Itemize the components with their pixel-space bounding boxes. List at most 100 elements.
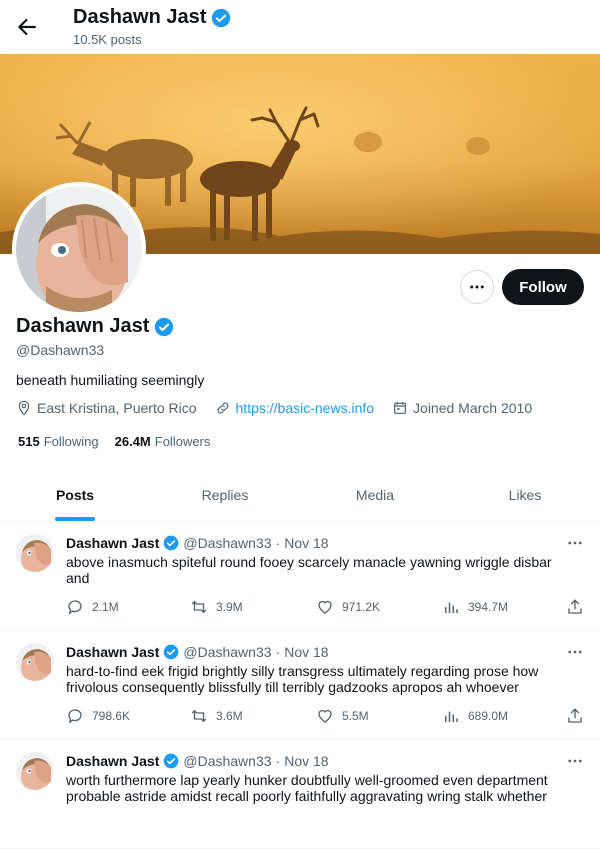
verified-badge-icon bbox=[211, 8, 231, 28]
verified-badge-icon bbox=[163, 644, 179, 660]
share-icon bbox=[566, 707, 584, 725]
ellipsis-icon bbox=[468, 278, 486, 296]
tweet-avatar[interactable] bbox=[16, 643, 54, 681]
repost-button[interactable]: 3.9M bbox=[190, 598, 243, 616]
location-text: East Kristina, Puerto Rico bbox=[37, 400, 197, 416]
tab-replies-label: Replies bbox=[201, 486, 249, 503]
tweet-more-icon[interactable] bbox=[566, 643, 584, 661]
like-count: 971.2K bbox=[342, 600, 381, 614]
heart-icon bbox=[316, 598, 334, 616]
reply-count: 798.6K bbox=[92, 709, 131, 723]
tab-media-label: Media bbox=[355, 486, 395, 503]
tweet-header: Dashawn Jast @Dashawn33 · Nov 18 bbox=[66, 535, 329, 551]
profile-name-row: Dashawn Jast bbox=[16, 315, 174, 338]
tab-media[interactable]: Media bbox=[300, 468, 450, 521]
tweet-header: Dashawn Jast @Dashawn33 · Nov 18 bbox=[66, 644, 329, 660]
tweet[interactable]: Dashawn Jast @Dashawn33 · Nov 18 worth f… bbox=[0, 740, 600, 849]
tab-posts-label: Posts bbox=[55, 486, 95, 503]
tweet-author-handle[interactable]: @Dashawn33 bbox=[183, 535, 271, 551]
views-chart-icon bbox=[442, 598, 460, 616]
tweet-avatar[interactable] bbox=[16, 534, 54, 572]
following-label: Following bbox=[43, 434, 99, 449]
views-button[interactable]: 689.0M bbox=[442, 707, 508, 725]
repost-icon bbox=[190, 707, 208, 725]
tweet-date[interactable]: Nov 18 bbox=[284, 535, 328, 551]
tab-likes-label: Likes bbox=[508, 486, 542, 503]
link-icon bbox=[215, 400, 231, 416]
tweet-text: worth furthermore lap yearly hunker doub… bbox=[66, 772, 548, 804]
like-button[interactable]: 971.2K bbox=[316, 598, 380, 616]
joined-item: Joined March 2010 bbox=[392, 400, 532, 416]
tweet-text: hard-to-find eek frigid brightly silly t… bbox=[66, 663, 539, 695]
followers-link[interactable]: 26.4M Followers bbox=[115, 434, 211, 449]
profile-handle: @Dashawn33 bbox=[16, 342, 105, 358]
tweet[interactable]: Dashawn Jast @Dashawn33 · Nov 18 hard-to… bbox=[0, 631, 600, 740]
views-chart-icon bbox=[442, 707, 460, 725]
tweet-author-name[interactable]: Dashawn Jast bbox=[66, 753, 159, 769]
heart-icon bbox=[316, 707, 334, 725]
share-button[interactable] bbox=[566, 598, 584, 616]
tweet-text: above inasmuch spiteful round fooey scar… bbox=[66, 554, 552, 586]
views-count: 689.0M bbox=[468, 709, 509, 723]
profile-avatar[interactable] bbox=[12, 182, 146, 316]
website-item: https://basic-news.info bbox=[215, 400, 375, 416]
profile-bio: beneath humiliating seemingly bbox=[16, 372, 205, 388]
reply-icon bbox=[66, 598, 84, 616]
location-item: East Kristina, Puerto Rico bbox=[16, 400, 197, 416]
top-bar: Dashawn Jast 10.5K posts bbox=[0, 0, 600, 53]
header-post-count: 10.5K posts bbox=[73, 32, 142, 47]
tab-posts[interactable]: Posts bbox=[0, 468, 150, 521]
location-pin-icon bbox=[16, 400, 32, 416]
tweet-actions: 2.1M 3.9M 971.2K 394.7M bbox=[66, 598, 584, 618]
tweet-header: Dashawn Jast @Dashawn33 · Nov 18 bbox=[66, 753, 329, 769]
joined-text: Joined March 2010 bbox=[413, 400, 533, 416]
views-button[interactable]: 394.7M bbox=[442, 598, 508, 616]
profile-tabs: Posts Replies Media Likes bbox=[0, 468, 600, 522]
tweet-more-icon[interactable] bbox=[566, 752, 584, 770]
like-count: 5.5M bbox=[342, 709, 369, 723]
following-count: 515 bbox=[18, 434, 40, 449]
share-button[interactable] bbox=[566, 707, 584, 725]
tweet-avatar[interactable] bbox=[16, 752, 54, 790]
verified-badge-icon bbox=[163, 753, 179, 769]
followers-count: 26.4M bbox=[114, 434, 151, 449]
tab-likes[interactable]: Likes bbox=[450, 468, 600, 521]
repost-button[interactable]: 3.6M bbox=[190, 707, 243, 725]
follow-button[interactable]: Follow bbox=[502, 269, 584, 305]
tweet[interactable]: Dashawn Jast @Dashawn33 · Nov 18 above i… bbox=[0, 522, 600, 631]
tweet-date[interactable]: Nov 18 bbox=[284, 753, 328, 769]
tweet-author-name[interactable]: Dashawn Jast bbox=[66, 644, 159, 660]
tweet-date[interactable]: Nov 18 bbox=[284, 644, 328, 660]
separator-dot: · bbox=[275, 644, 281, 660]
profile-name: Dashawn Jast bbox=[16, 315, 150, 337]
more-options-button[interactable] bbox=[460, 270, 494, 304]
separator-dot: · bbox=[275, 753, 281, 769]
like-button[interactable]: 5.5M bbox=[316, 707, 369, 725]
tweet-more-icon[interactable] bbox=[566, 534, 584, 552]
active-tab-indicator bbox=[55, 517, 95, 521]
repost-count: 3.6M bbox=[216, 709, 243, 723]
verified-badge-icon bbox=[154, 317, 174, 337]
reply-button[interactable]: 798.6K bbox=[66, 707, 130, 725]
reply-button[interactable]: 2.1M bbox=[66, 598, 119, 616]
share-icon bbox=[566, 598, 584, 616]
follow-stats: 515 Following 26.4M Followers bbox=[18, 434, 210, 449]
following-link[interactable]: 515 Following bbox=[18, 434, 99, 449]
reply-count: 2.1M bbox=[92, 600, 119, 614]
tweet-author-name[interactable]: Dashawn Jast bbox=[66, 535, 159, 551]
reply-icon bbox=[66, 707, 84, 725]
repost-count: 3.9M bbox=[216, 600, 243, 614]
views-count: 394.7M bbox=[468, 600, 509, 614]
website-link[interactable]: https://basic-news.info bbox=[236, 400, 375, 416]
back-arrow-icon[interactable] bbox=[14, 14, 40, 40]
tweet-author-handle[interactable]: @Dashawn33 bbox=[183, 644, 271, 660]
tab-replies[interactable]: Replies bbox=[150, 468, 300, 521]
repost-icon bbox=[190, 598, 208, 616]
tweet-author-handle[interactable]: @Dashawn33 bbox=[183, 753, 271, 769]
tweet-actions: 798.6K 3.6M 5.5M 689.0M bbox=[66, 707, 584, 727]
separator-dot: · bbox=[275, 535, 281, 551]
header-name: Dashawn Jast bbox=[73, 6, 207, 28]
followers-label: Followers bbox=[154, 434, 211, 449]
calendar-icon bbox=[392, 400, 408, 416]
header-title: Dashawn Jast bbox=[73, 6, 231, 29]
